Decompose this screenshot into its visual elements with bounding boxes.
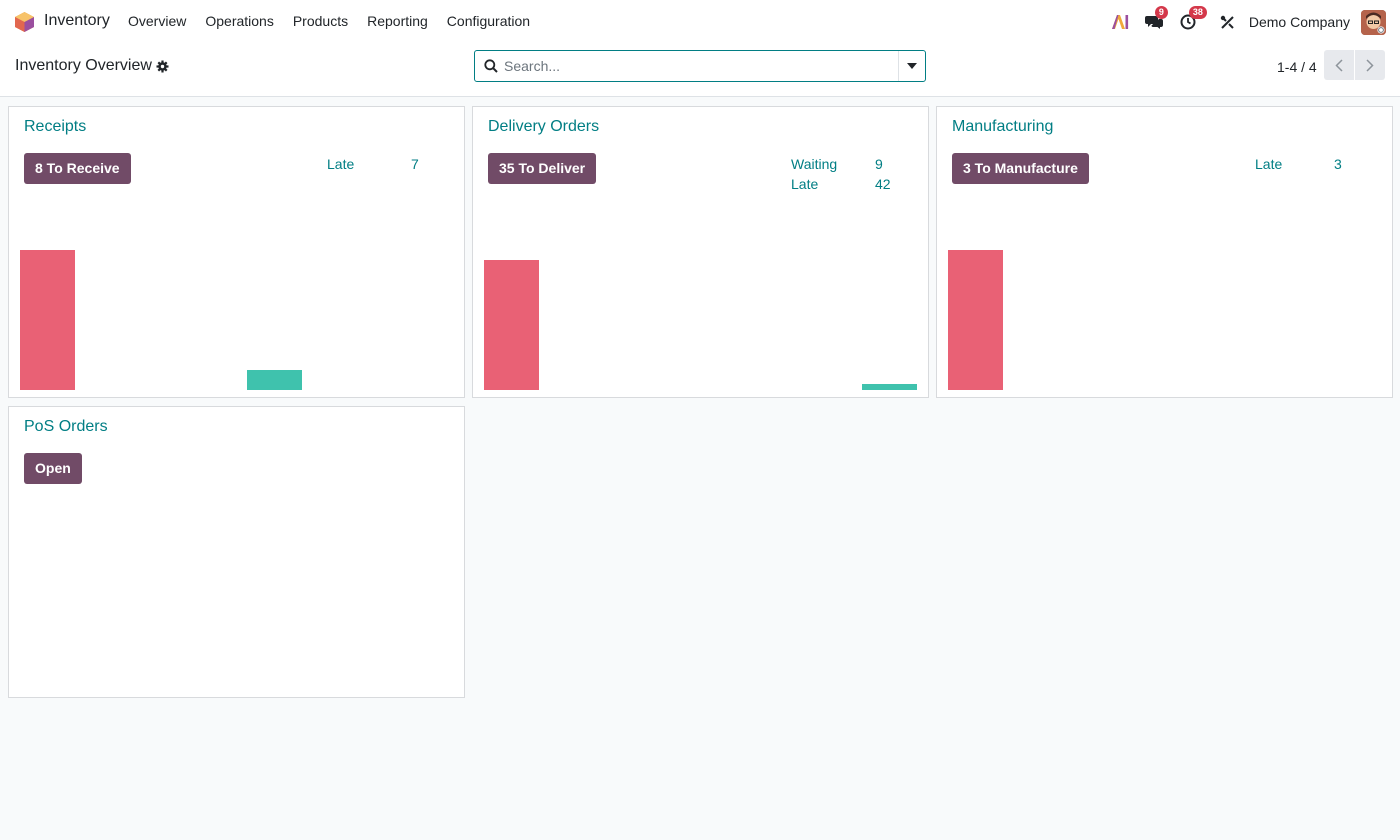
messages-icon[interactable]: 9 <box>1143 6 1168 33</box>
operation-card-manufacturing: Manufacturing 3 To Manufacture Late 3 <box>936 106 1393 398</box>
graph-bar[interactable] <box>862 384 917 390</box>
card-title[interactable]: Manufacturing <box>952 118 1053 136</box>
user-avatar[interactable] <box>1361 9 1386 35</box>
to-manufacture-button[interactable]: 3 To Manufacture <box>952 153 1089 184</box>
gear-icon[interactable] <box>156 60 169 73</box>
operation-card-pos-orders: PoS Orders Open <box>8 406 465 698</box>
menu-configuration[interactable]: Configuration <box>447 13 530 29</box>
systray: 9 38 Demo Company <box>1097 6 1386 36</box>
pager-next-button[interactable] <box>1355 50 1385 80</box>
operation-card-receipts: Receipts 8 To Receive Late 7 <box>8 106 465 398</box>
to-deliver-button[interactable]: 35 To Deliver <box>488 153 597 184</box>
late-label[interactable]: Late <box>791 176 818 192</box>
main-menu: Overview Operations Products Reporting C… <box>128 13 549 29</box>
debug-tools-icon[interactable] <box>1217 11 1239 33</box>
waiting-count[interactable]: 9 <box>875 156 883 172</box>
company-switcher[interactable]: Demo Company <box>1249 14 1350 30</box>
menu-operations[interactable]: Operations <box>205 13 273 29</box>
menu-products[interactable]: Products <box>293 13 348 29</box>
card-title[interactable]: Receipts <box>24 118 86 136</box>
search-input[interactable] <box>504 55 896 77</box>
inventory-app-icon[interactable] <box>15 12 34 32</box>
graph-bar[interactable] <box>948 250 1003 390</box>
app-name[interactable]: Inventory <box>44 12 110 30</box>
pager-previous-button[interactable] <box>1324 50 1354 80</box>
search-icon <box>484 59 498 73</box>
ai-icon[interactable] <box>1109 11 1131 33</box>
late-count[interactable]: 42 <box>875 176 891 192</box>
late-count[interactable]: 3 <box>1334 156 1342 172</box>
waiting-label[interactable]: Waiting <box>791 156 837 172</box>
top-navbar: Inventory Overview Operations Products R… <box>0 0 1400 43</box>
to-receive-button[interactable]: 8 To Receive <box>24 153 131 184</box>
messages-badge: 9 <box>1154 6 1168 19</box>
graph-bar[interactable] <box>484 260 539 390</box>
late-label[interactable]: Late <box>1255 156 1282 172</box>
chevron-right-icon <box>1366 58 1374 72</box>
menu-overview[interactable]: Overview <box>128 13 186 29</box>
search-options-toggle[interactable] <box>898 51 925 81</box>
operation-card-delivery-orders: Delivery Orders 35 To Deliver Waiting 9 … <box>472 106 929 398</box>
pager-value[interactable]: 1-4 / 4 <box>1277 59 1317 75</box>
search-bar <box>474 50 926 82</box>
card-title[interactable]: Delivery Orders <box>488 118 599 136</box>
graph-bar[interactable] <box>247 370 302 390</box>
card-title[interactable]: PoS Orders <box>24 418 108 436</box>
control-panel: Inventory Overview 1-4 / 4 <box>0 43 1400 97</box>
chevron-left-icon <box>1335 58 1343 72</box>
menu-reporting[interactable]: Reporting <box>367 13 428 29</box>
open-session-button[interactable]: Open <box>24 453 82 484</box>
graph-bar[interactable] <box>20 250 75 390</box>
activities-clock-icon[interactable]: 38 <box>1177 6 1207 33</box>
late-count[interactable]: 7 <box>411 156 419 172</box>
late-label[interactable]: Late <box>327 156 354 172</box>
page-title: Inventory Overview <box>15 57 152 74</box>
activities-badge: 38 <box>1188 6 1207 19</box>
caret-down-icon <box>907 63 917 69</box>
